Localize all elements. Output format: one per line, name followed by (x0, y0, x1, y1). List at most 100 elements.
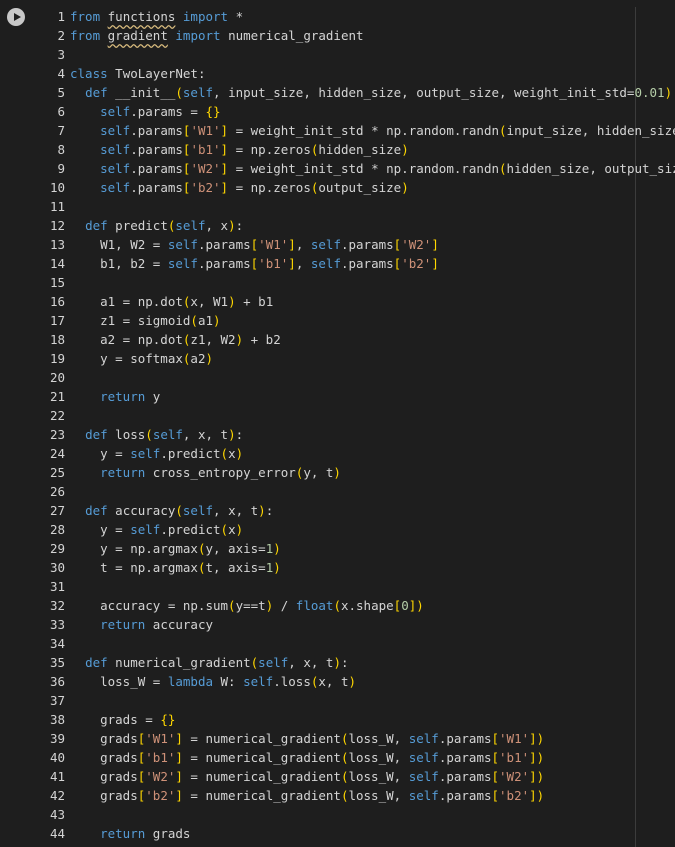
code-token: ] (175, 769, 183, 784)
code-token: z1 = sigmoid (70, 313, 191, 328)
code-line[interactable]: 19 y = softmax(a2) (0, 349, 675, 368)
code-line[interactable]: 27 def accuracy(self, x, t): (0, 501, 675, 520)
line-number: 24 (49, 446, 65, 461)
code-line[interactable]: 8 self.params['b1'] = np.zeros(hidden_si… (0, 140, 675, 159)
code-token: 'b2' (401, 256, 432, 271)
code-line[interactable]: 36 loss_W = lambda W: self.loss(x, t) (0, 672, 675, 691)
code-token: return (100, 389, 146, 404)
code-token: ) (213, 313, 221, 328)
code-line[interactable]: 5 def __init__(self, input_size, hidden_… (0, 83, 675, 102)
code-line[interactable]: 34 (0, 634, 675, 653)
code-line[interactable]: 43 (0, 805, 675, 824)
code-text: def loss(self, x, t): (70, 425, 243, 444)
code-line[interactable]: 28 y = self.predict(x) (0, 520, 675, 539)
code-line[interactable]: 11 (0, 197, 675, 216)
line-number: 16 (49, 294, 65, 309)
code-line[interactable]: 32 accuracy = np.sum(y==t) / float(x.sha… (0, 596, 675, 615)
line-number: 41 (49, 769, 65, 784)
code-text: z1 = sigmoid(a1) (70, 311, 221, 330)
line-number: 6 (57, 104, 65, 119)
code-line[interactable]: 24 y = self.predict(x) (0, 444, 675, 463)
code-token: y, t (303, 465, 334, 480)
code-text: grads['b1'] = numerical_gradient(loss_W,… (70, 748, 544, 767)
code-text: def accuracy(self, x, t): (70, 501, 273, 520)
code-line[interactable]: 6 self.params = {} (0, 102, 675, 121)
code-line[interactable]: 20 (0, 368, 675, 387)
code-token: .params (130, 161, 183, 176)
code-token: output_size (318, 180, 402, 195)
code-token: , x, t (213, 503, 259, 518)
code-line[interactable]: 17 z1 = sigmoid(a1) (0, 311, 675, 330)
code-line[interactable]: 15 (0, 273, 675, 292)
code-token: .params (197, 237, 251, 252)
code-token: : (340, 655, 349, 670)
code-line[interactable]: 2 from gradient import numerical_gradient (0, 26, 675, 45)
code-line[interactable]: 41 grads['W2'] = numerical_gradient(loss… (0, 767, 675, 786)
code-text: y = softmax(a2) (70, 349, 213, 368)
code-line[interactable]: 23 def loss(self, x, t): (0, 425, 675, 444)
code-cell: 1 from functions import * 2 from gradient i… (0, 0, 675, 847)
code-token: self (182, 503, 214, 518)
code-line[interactable]: 31 (0, 577, 675, 596)
code-token: ) (235, 332, 244, 347)
line-number: 5 (57, 85, 65, 100)
code-token: ] (220, 180, 229, 195)
code-text: y = np.argmax(y, axis=1) (70, 539, 281, 558)
code-token: self (408, 750, 439, 765)
code-line[interactable]: 21 return y (0, 387, 675, 406)
code-line[interactable]: 42 grads['b2'] = numerical_gradient(loss… (0, 786, 675, 805)
code-token: [ (491, 750, 500, 765)
code-editor[interactable]: 1 from functions import * 2 from gradient i… (0, 7, 675, 843)
code-line[interactable]: 10 self.params['b2'] = np.zeros(output_s… (0, 178, 675, 197)
code-line[interactable]: 37 (0, 691, 675, 710)
code-line[interactable]: 22 (0, 406, 675, 425)
code-line[interactable]: 9 self.params['W2'] = weight_init_std * … (0, 159, 675, 178)
code-line[interactable]: 1 from functions import * (0, 7, 675, 26)
code-token: ] (529, 769, 537, 784)
code-line[interactable]: 3 (0, 45, 675, 64)
code-line[interactable]: 29 y = np.argmax(y, axis=1) (0, 539, 675, 558)
code-token: def (85, 655, 108, 670)
code-line[interactable]: 33 return accuracy (0, 615, 675, 634)
code-line[interactable]: 30 t = np.argmax(t, axis=1) (0, 558, 675, 577)
line-number: 7 (57, 123, 65, 138)
code-token: self (100, 123, 131, 138)
code-token: ( (145, 427, 153, 442)
code-line[interactable]: 14 b1, b2 = self.params['b1'], self.para… (0, 254, 675, 273)
code-text: a1 = np.dot(x, W1) + b1 (70, 292, 273, 311)
code-line[interactable]: 12 def predict(self, x): (0, 216, 675, 235)
code-token: = numerical_gradient (182, 750, 341, 765)
code-line[interactable]: 39 grads['W1'] = numerical_gradient(loss… (0, 729, 675, 748)
code-token: grads = (70, 712, 161, 727)
code-token: ] (431, 256, 439, 271)
code-line[interactable]: 26 (0, 482, 675, 501)
code-line[interactable]: 7 self.params['W1'] = weight_init_std * … (0, 121, 675, 140)
code-line[interactable]: 25 return cross_entropy_error(y, t) (0, 463, 675, 482)
code-line[interactable]: 38 grads = {} (0, 710, 675, 729)
line-number: 19 (49, 351, 65, 366)
code-token: , (295, 237, 311, 252)
code-token: class (70, 66, 108, 81)
code-line[interactable]: 16 a1 = np.dot(x, W1) + b1 (0, 292, 675, 311)
code-token: 'b1' (190, 142, 221, 157)
code-line[interactable]: 44 return grads (0, 824, 675, 843)
code-line[interactable]: 35 def numerical_gradient(self, x, t): (0, 653, 675, 672)
code-token: loss_W, (348, 769, 409, 784)
line-number: 22 (49, 408, 65, 423)
code-token: ] (288, 256, 296, 271)
code-token: x (228, 522, 236, 537)
line-number: 15 (49, 275, 65, 290)
code-line[interactable]: 13 W1, W2 = self.params['W1'], self.para… (0, 235, 675, 254)
code-line[interactable]: 40 grads['b1'] = numerical_gradient(loss… (0, 748, 675, 767)
code-line[interactable]: 18 a2 = np.dot(z1, W2) + b2 (0, 330, 675, 349)
code-line[interactable]: 4 class TwoLayerNet: (0, 64, 675, 83)
code-token: def (85, 427, 108, 442)
code-token: loss_W = (70, 674, 168, 689)
code-token: {} (205, 104, 221, 119)
code-token: ( (220, 446, 229, 461)
code-text: self.params['b2'] = np.zeros(output_size… (70, 178, 409, 197)
